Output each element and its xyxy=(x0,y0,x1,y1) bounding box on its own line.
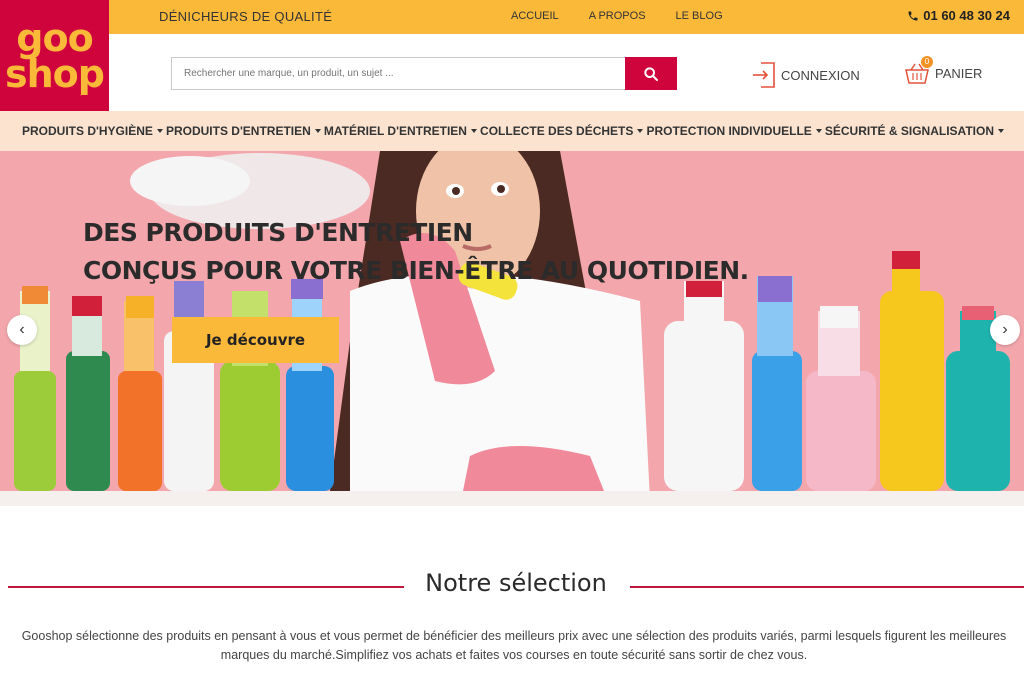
caret-down-icon xyxy=(815,129,822,133)
nav-materiel-entretien[interactable]: MATÉRIEL D'ENTRETIEN xyxy=(324,124,477,138)
logo-line1: goo xyxy=(16,15,93,60)
search-button[interactable] xyxy=(625,57,677,90)
chevron-left-icon: ‹ xyxy=(19,321,25,338)
carousel-next-button[interactable]: › xyxy=(990,315,1020,345)
nav-label: PRODUITS D'ENTRETIEN xyxy=(165,124,311,138)
link-blog[interactable]: LE BLOG xyxy=(676,10,723,22)
phone-icon xyxy=(908,11,918,20)
nav-label: PRODUITS D'HYGIÈNE xyxy=(22,124,153,138)
cart-label: PANIER xyxy=(935,65,983,81)
gooshop-logo[interactable]: goo shop xyxy=(0,0,109,111)
nav-securite-signalisation[interactable]: SÉCURITÉ & SIGNALISATION xyxy=(825,124,1004,138)
nav-label: PROTECTION INDIVIDUELLE xyxy=(646,124,812,138)
hero-illustration xyxy=(0,151,1024,506)
login-icon xyxy=(753,62,775,88)
search-input[interactable] xyxy=(172,58,625,89)
caret-down-icon xyxy=(997,129,1004,133)
nav-label: MATÉRIEL D'ENTRETIEN xyxy=(323,124,467,138)
link-a-propos[interactable]: A PROPOS xyxy=(589,10,646,22)
hero-banner: DES PRODUITS D'ENTRETIEN CONÇUS POUR VOT… xyxy=(0,151,1024,506)
login-button[interactable]: CONNEXION xyxy=(752,62,860,88)
nav-produits-entretien[interactable]: PRODUITS D'ENTRETIEN xyxy=(166,124,321,138)
caret-down-icon xyxy=(637,129,644,133)
nav-collecte-dechets[interactable]: COLLECTE DES DÉCHETS xyxy=(480,124,644,138)
carousel-prev-button[interactable]: ‹ xyxy=(7,315,37,345)
caret-down-icon xyxy=(314,129,321,133)
nav-label: SÉCURITÉ & SIGNALISATION xyxy=(824,124,994,138)
logo-line2: shop xyxy=(5,51,105,96)
nav-protection-individuelle[interactable]: PROTECTION INDIVIDUELLE xyxy=(646,124,822,138)
hero-cta-button[interactable]: Je découvre xyxy=(172,317,339,363)
caret-down-icon xyxy=(156,129,163,133)
caret-down-icon xyxy=(470,129,477,133)
login-label: CONNEXION xyxy=(781,67,860,83)
hero-title-line2: CONÇUS POUR VOTRE BIEN-ÊTRE AU QUOTIDIEN… xyxy=(83,256,749,285)
selection-header: Notre sélection xyxy=(8,566,1024,606)
phone-contact[interactable]: 01 60 48 30 24 xyxy=(907,8,1010,23)
nav-label: COLLECTE DES DÉCHETS xyxy=(480,124,634,138)
chevron-right-icon: › xyxy=(1002,321,1008,338)
hero-title: DES PRODUITS D'ENTRETIEN CONÇUS POUR VOT… xyxy=(83,214,749,290)
section-title: Notre sélection xyxy=(425,569,607,597)
tagline: DÉNICHEURS DE QUALITÉ xyxy=(159,9,333,24)
phone-number: 01 60 48 30 24 xyxy=(923,8,1010,23)
cart-count-badge: 0 xyxy=(921,56,933,68)
search-icon xyxy=(644,66,658,81)
top-links: ACCUEIL A PROPOS LE BLOG xyxy=(511,10,723,22)
link-accueil[interactable]: ACCUEIL xyxy=(511,10,559,22)
search-bar xyxy=(171,57,677,90)
nav-produits-hygiene[interactable]: PRODUITS D'HYGIÈNE xyxy=(22,124,163,138)
selection-description: Gooshop sélectionne des produits en pens… xyxy=(21,629,1007,662)
category-nav: PRODUITS D'HYGIÈNE PRODUITS D'ENTRETIEN … xyxy=(0,111,1024,151)
cart-button[interactable]: 0 PANIER xyxy=(904,56,983,86)
hero-title-line1: DES PRODUITS D'ENTRETIEN xyxy=(83,218,473,247)
cart-icon-wrap: 0 xyxy=(904,56,933,86)
